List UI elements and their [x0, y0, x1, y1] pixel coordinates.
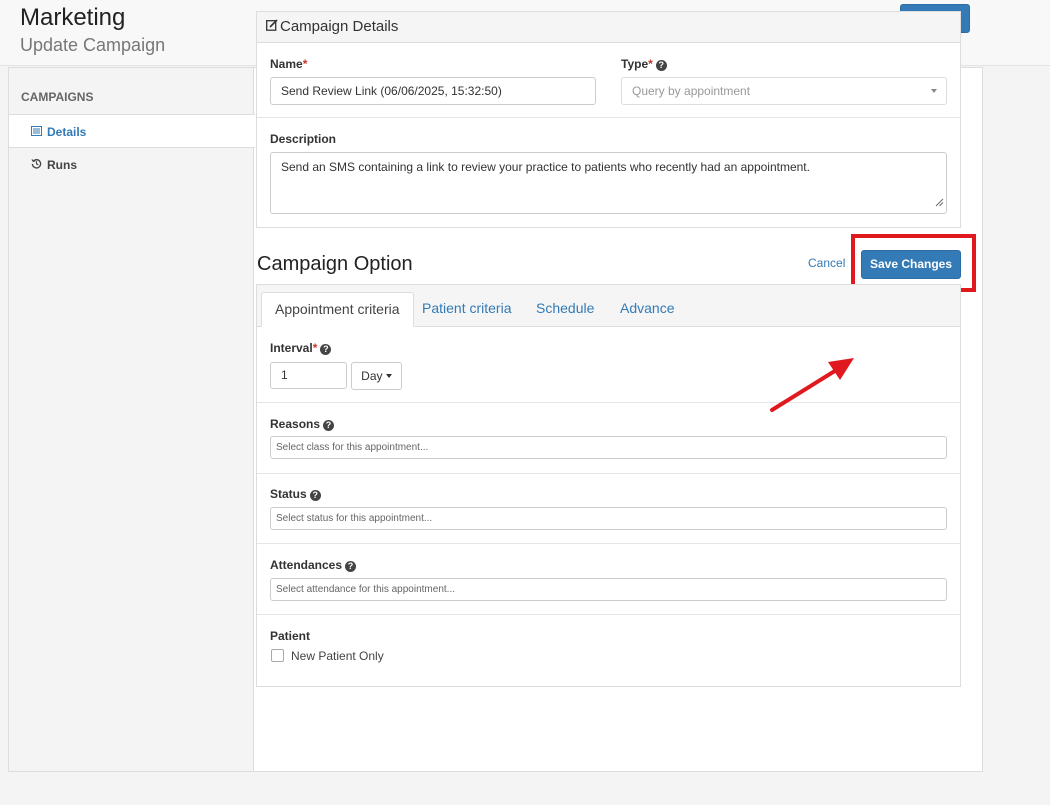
tab-schedule[interactable]: Schedule [523, 292, 607, 327]
name-input[interactable]: Send Review Link (06/06/2025, 15:32:50) [270, 77, 596, 105]
help-icon: ? [345, 561, 357, 572]
edit-icon [266, 12, 280, 42]
reasons-label: Reasons? [270, 417, 335, 431]
sidebar: CAMPAIGNS Details Runs [9, 68, 255, 771]
help-icon: ? [323, 420, 335, 431]
list-icon [31, 115, 45, 149]
interval-unit-dropdown[interactable]: Day [351, 362, 402, 390]
new-patient-checkbox[interactable] [271, 649, 284, 662]
resize-handle-icon[interactable] [935, 195, 944, 211]
help-icon: ? [320, 344, 332, 355]
help-icon: ? [309, 490, 321, 501]
name-label: Name* [270, 57, 308, 71]
new-patient-label: New Patient Only [291, 649, 384, 663]
type-select: Query by appointment [621, 77, 947, 105]
tab-advance[interactable]: Advance [607, 292, 687, 327]
sidebar-item-runs[interactable]: Runs [9, 148, 254, 182]
type-label: Type*? [621, 57, 667, 71]
annotation-arrow-icon [770, 358, 854, 412]
attendances-select[interactable]: Select attendance for this appointment..… [270, 578, 947, 601]
tab-bar: Appointment criteria Patient criteria Sc… [257, 285, 960, 327]
sidebar-item-label: Details [47, 125, 87, 139]
cancel-link[interactable]: Cancel [808, 256, 845, 270]
campaign-option-title: Campaign Option [257, 253, 413, 275]
tab-appointment-criteria[interactable]: Appointment criteria [261, 292, 414, 327]
panel-heading: Campaign Details [257, 12, 960, 43]
tab-patient-criteria[interactable]: Patient criteria [409, 292, 524, 327]
help-icon: ? [655, 60, 667, 71]
history-icon [31, 148, 45, 182]
interval-input[interactable]: 1 [270, 362, 347, 389]
divider [257, 614, 960, 615]
chevron-down-icon [385, 374, 392, 378]
campaign-options-panel: Appointment criteria Patient criteria Sc… [256, 284, 961, 687]
interval-label: Interval*? [270, 341, 332, 355]
sidebar-heading: CAMPAIGNS [21, 90, 94, 104]
description-label: Description [270, 132, 337, 146]
attendances-label: Attendances? [270, 558, 357, 572]
page-title: Marketing [20, 4, 126, 31]
patient-label: Patient [270, 629, 311, 643]
divider [257, 543, 960, 544]
status-label: Status? [270, 487, 321, 501]
reasons-select[interactable]: Select class for this appointment... [270, 436, 947, 459]
divider [257, 117, 960, 118]
page-subtitle: Update Campaign [20, 35, 166, 55]
panel-title: Campaign Details [280, 18, 399, 35]
chevron-down-icon [931, 89, 937, 93]
campaign-details-panel: Campaign Details Name* Send Review Link … [256, 11, 961, 228]
description-textarea[interactable]: Send an SMS containing a link to review … [270, 152, 947, 214]
status-select[interactable]: Select status for this appointment... [270, 507, 947, 530]
divider [257, 473, 960, 474]
sidebar-item-label: Runs [47, 158, 77, 172]
sidebar-item-details[interactable]: Details [9, 114, 255, 148]
